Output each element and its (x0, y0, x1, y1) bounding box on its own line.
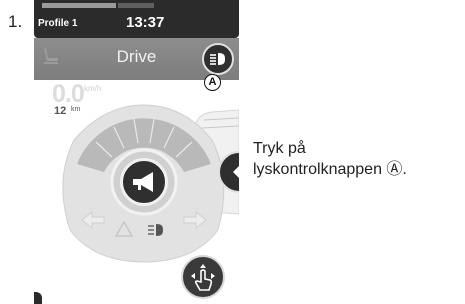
instruction-line-2: lyskontrolknappen Ⓐ. (253, 161, 407, 178)
horn-icon (133, 172, 153, 192)
touch-control-icon (191, 264, 215, 291)
horn-button[interactable] (120, 158, 168, 206)
instruction-line-1: Tryk på (253, 140, 306, 157)
instruction-text: Tryk på lyskontrolknappen Ⓐ. (253, 138, 407, 180)
corner-indicator (34, 292, 42, 304)
touch-control-button[interactable] (181, 255, 225, 299)
wheelchair-display: Profile 1 13:37 Drive A 0.0 km/h 12 km (34, 0, 239, 304)
step-number: 1. (8, 12, 23, 31)
